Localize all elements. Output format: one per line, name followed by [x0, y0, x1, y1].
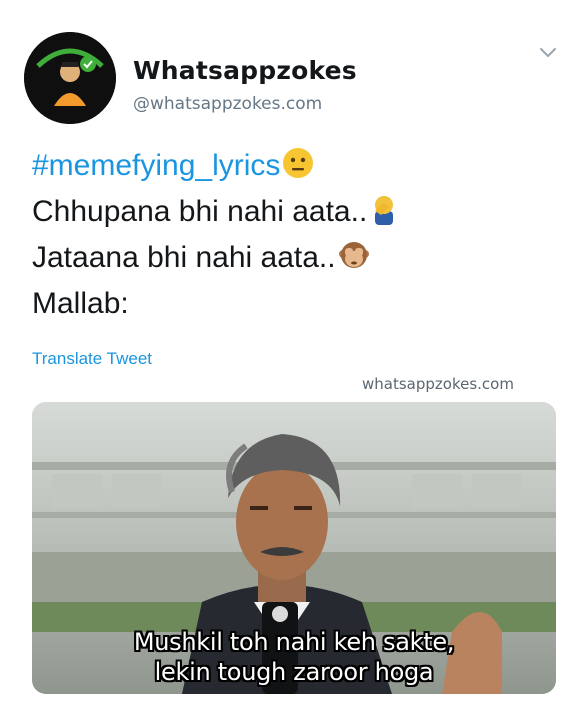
meme-caption-line-2: lekin tough zaroor hoga: [154, 658, 434, 686]
meme-caption-line-1: Mushkil toh nahi keh sakte,: [133, 628, 455, 656]
translate-tweet-link[interactable]: Translate Tweet: [32, 349, 152, 369]
account-display-name[interactable]: Whatsappzokes: [133, 56, 357, 85]
avatar-logo-icon: [24, 32, 116, 124]
tweet-line-3-text: Mallab:: [32, 287, 129, 320]
tweet-media-image[interactable]: Mushkil toh nahi keh sakte, lekin tough …: [32, 402, 556, 694]
account-handle[interactable]: @whatsappzokes.com: [133, 94, 322, 114]
hashtag-link[interactable]: #memefying_lyrics: [32, 149, 280, 182]
neutral-face-icon: [283, 148, 314, 178]
tweet-line-1-text: Chhupana bhi nahi aata..: [32, 195, 368, 228]
tweet-line-2-text: Jataana bhi nahi aata..: [32, 241, 336, 274]
see-no-evil-monkey-icon: [338, 242, 369, 268]
avatar[interactable]: [24, 32, 116, 124]
chevron-down-icon[interactable]: [538, 46, 558, 60]
tweet-hashtag-line: #memefying_lyrics: [32, 143, 399, 189]
watermark-text: whatsappzokes.com: [362, 375, 514, 393]
facepalm-icon: [375, 196, 394, 225]
tweet-line-2: Jataana bhi nahi aata..: [32, 235, 399, 281]
tweet-line-1: Chhupana bhi nahi aata..: [32, 189, 399, 235]
tweet-text: #memefying_lyrics Chhupana bhi nahi aata…: [32, 143, 399, 327]
tweet-line-3: Mallab:: [32, 281, 399, 327]
